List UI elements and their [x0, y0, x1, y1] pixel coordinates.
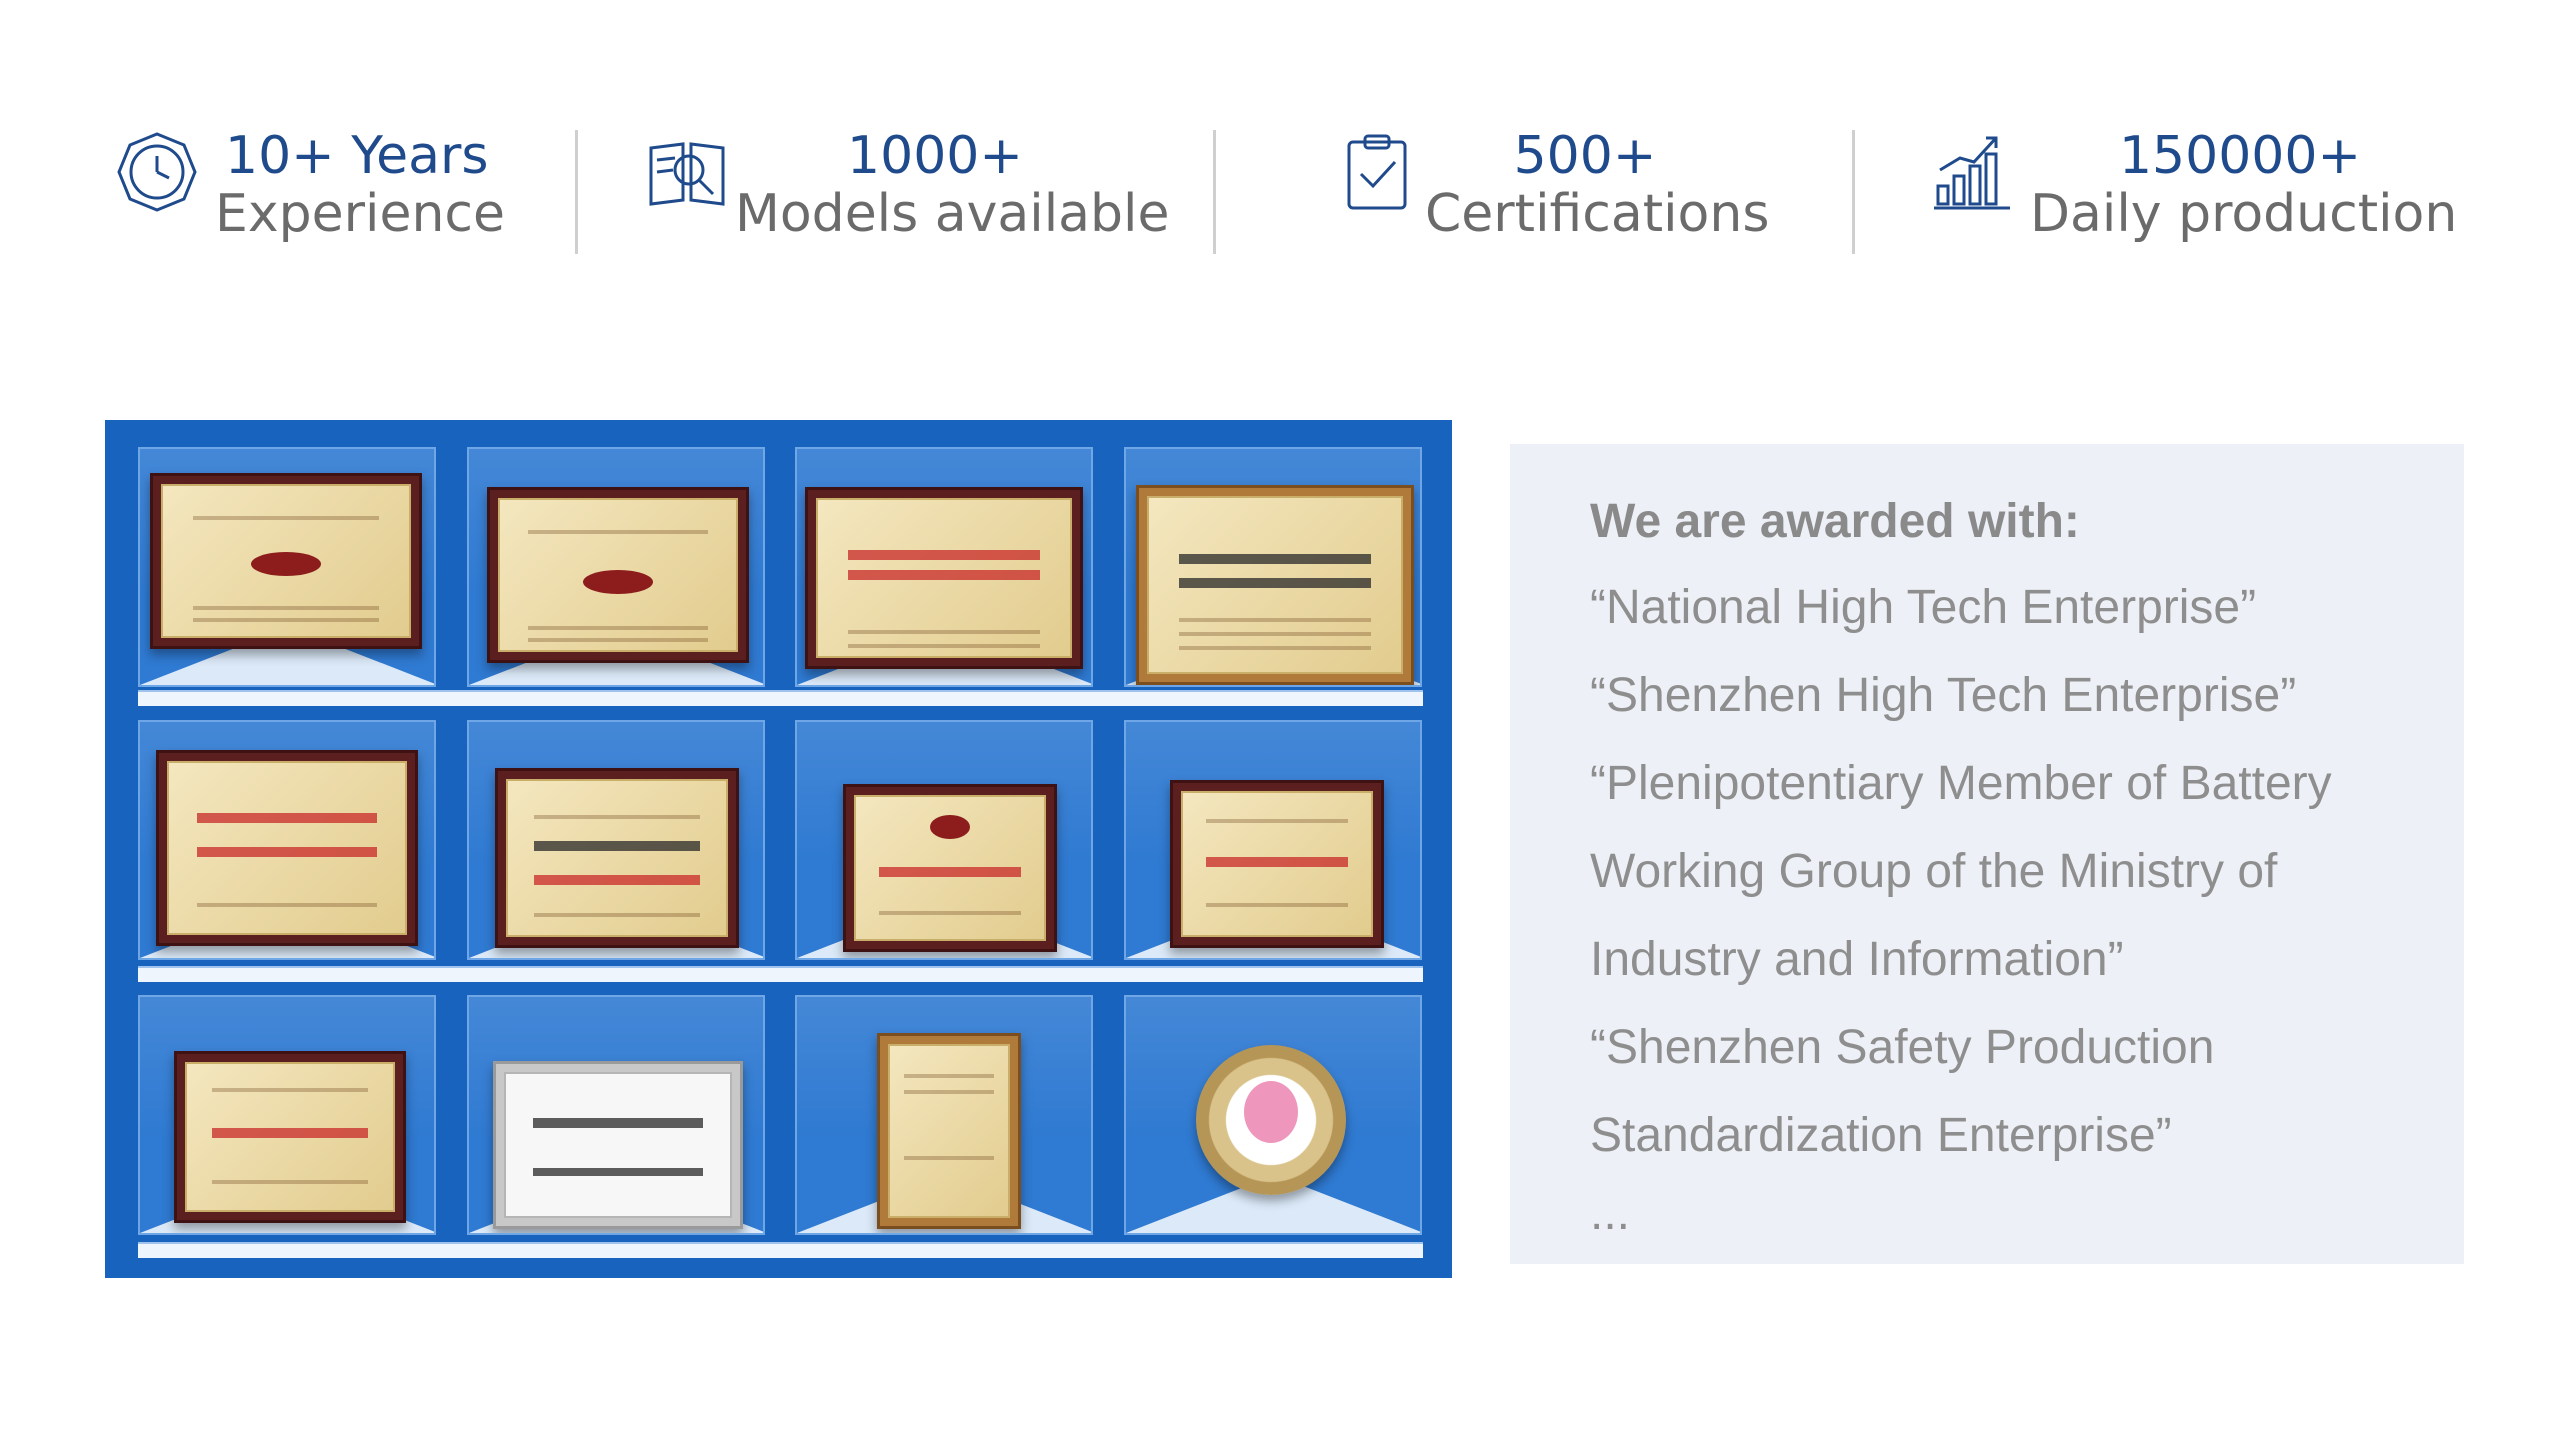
certificate-plaque	[495, 768, 739, 948]
award-line: “National High Tech Enterprise”	[1590, 581, 2257, 634]
awards-panel: We are awarded with: “National High Tech…	[1510, 444, 2464, 1264]
divider	[575, 130, 578, 254]
stat-experience: 10+ Years Experience	[115, 120, 505, 260]
bar-chart-growth-icon	[1930, 130, 2014, 214]
certificate-plaque	[487, 487, 749, 663]
certificate-cell	[138, 447, 436, 687]
stat-number: 500+	[1513, 126, 1657, 186]
certificate-cell	[138, 995, 436, 1235]
stat-label: Daily production	[2030, 184, 2458, 244]
divider	[1852, 130, 1855, 254]
certificate-plaque	[843, 784, 1057, 952]
shelf	[138, 690, 1423, 706]
certificate-cell	[467, 447, 765, 687]
divider	[1213, 130, 1216, 254]
award-line: “Plenipotentiary Member of Battery	[1590, 757, 2332, 810]
certificate-cell	[1124, 720, 1422, 960]
certificate-cell	[1124, 447, 1422, 687]
award-line: “Shenzhen High Tech Enterprise”	[1590, 669, 2297, 722]
award-line: Working Group of the Ministry of	[1590, 845, 2278, 898]
stat-certifications: 500+ Certifications	[1335, 120, 1770, 260]
certificate-cell	[1124, 995, 1422, 1235]
certificate-cell	[467, 995, 765, 1235]
stat-label: Models available	[735, 184, 1170, 244]
stat-number: 150000+	[2118, 126, 2362, 186]
certificate-cell	[795, 447, 1093, 687]
stat-daily-production: 150000+ Daily production	[1930, 120, 2458, 260]
certificates-panel	[105, 420, 1452, 1278]
awards-title: We are awarded with:	[1590, 495, 2080, 548]
certificate-plaque	[174, 1051, 406, 1223]
certificate-plaque	[1136, 485, 1414, 685]
shelf	[138, 966, 1423, 982]
clipboard-check-icon	[1335, 130, 1419, 214]
certificate-plaque	[805, 487, 1083, 669]
certificate-cell	[138, 720, 436, 960]
awards-more-ellipsis: ...	[1590, 1187, 1631, 1240]
certificate-cell	[795, 720, 1093, 960]
stat-models: 1000+ Models available	[645, 120, 1170, 260]
certificate-plaque	[150, 473, 422, 649]
award-line: Standardization Enterprise”	[1590, 1109, 2172, 1162]
trophy-plate	[1196, 1045, 1346, 1195]
certificate-plaque	[156, 750, 418, 946]
certificate-plaque	[1170, 780, 1384, 948]
clock-icon	[115, 130, 199, 214]
certificate-plaque	[493, 1061, 743, 1229]
certificate-cell	[795, 995, 1093, 1235]
stats-row: 10+ Years Experience 1000+ Models availa…	[0, 0, 2560, 300]
award-line: “Shenzhen Safety Production	[1590, 1021, 2215, 1074]
stat-number: 10+ Years	[225, 126, 489, 186]
certificate-cell	[467, 720, 765, 960]
book-search-icon	[645, 130, 729, 214]
award-line: Industry and Information”	[1590, 933, 2124, 986]
stat-number: 1000+	[847, 126, 1023, 186]
stat-label: Experience	[215, 184, 505, 244]
certificate-plaque	[877, 1033, 1021, 1229]
stat-label: Certifications	[1425, 184, 1770, 244]
shelf	[138, 1242, 1423, 1258]
